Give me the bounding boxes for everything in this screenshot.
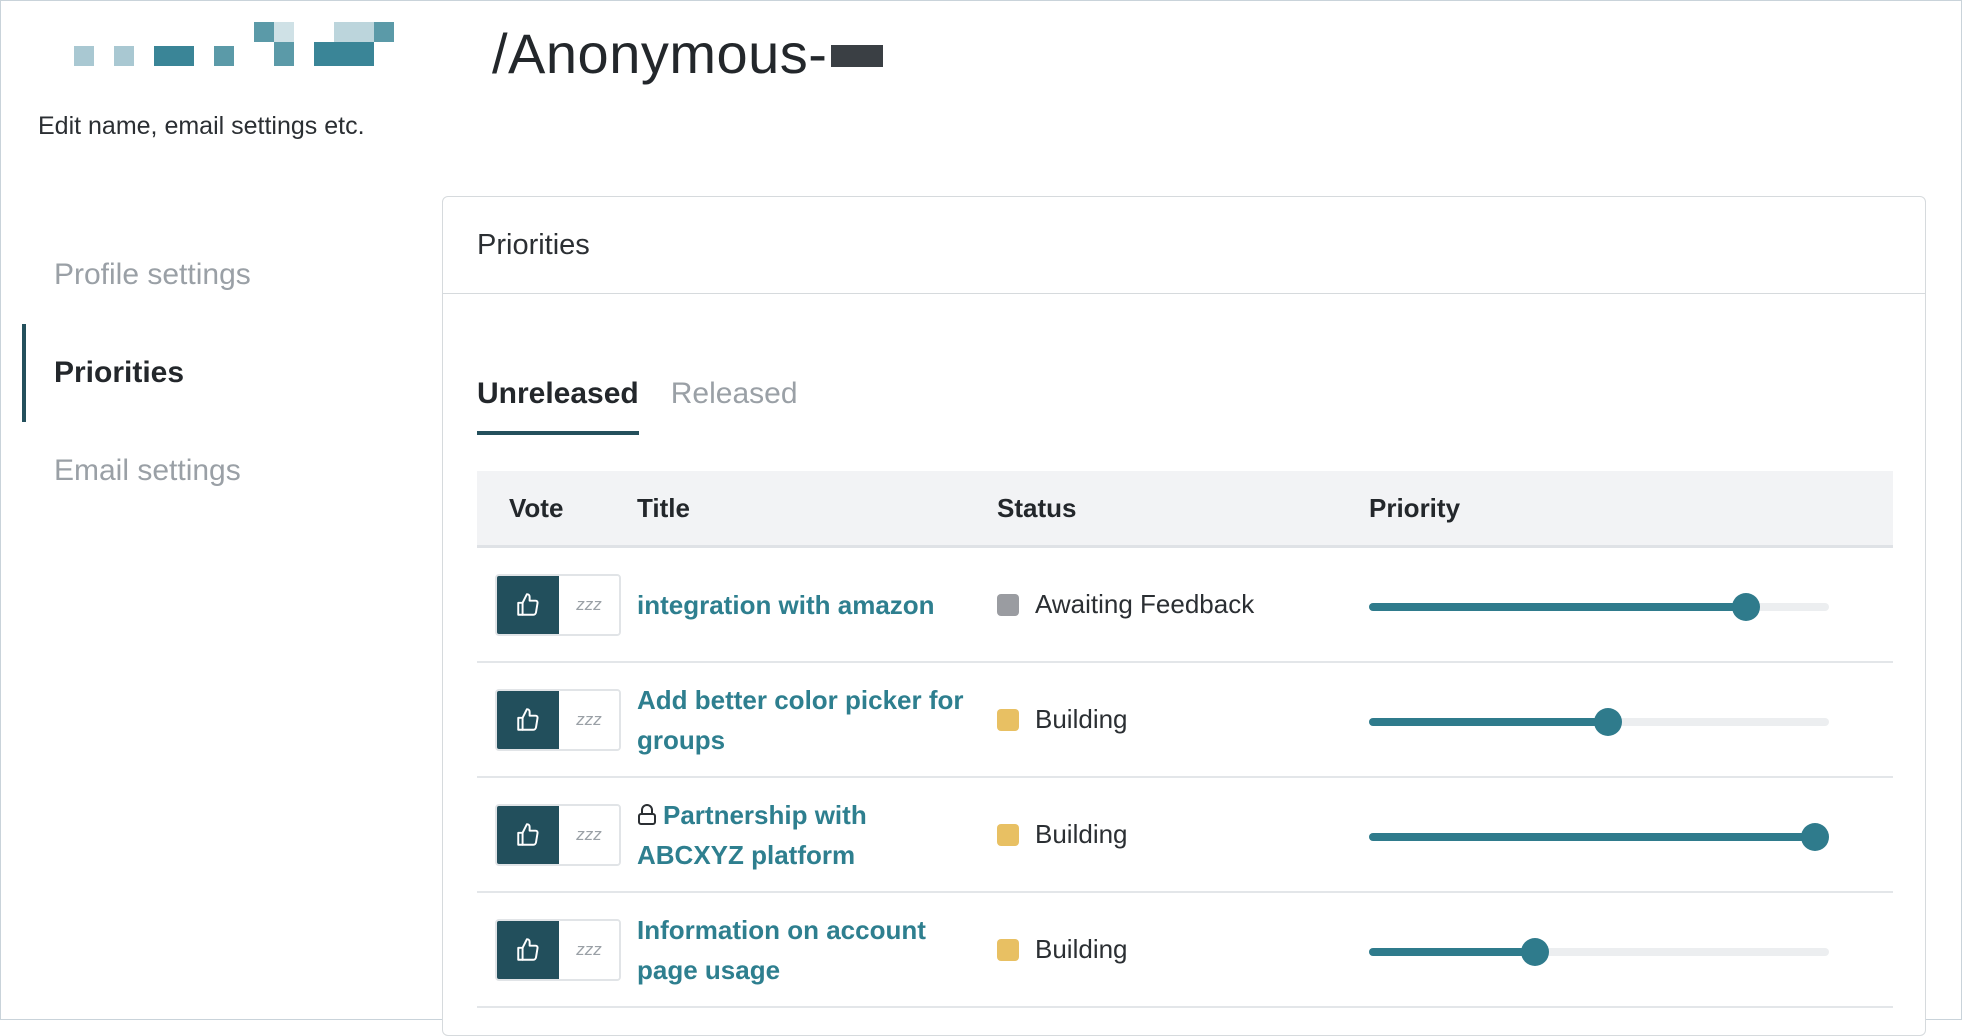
column-header-vote: Vote xyxy=(509,492,564,523)
priority-slider[interactable] xyxy=(1369,937,1829,966)
sidebar-item-label: Profile settings xyxy=(54,258,251,291)
snooze-button[interactable]: zzz xyxy=(559,920,619,979)
priority-slider-fill xyxy=(1369,717,1609,726)
tab-released[interactable]: Released xyxy=(671,377,798,435)
status-label: Building xyxy=(1035,819,1128,849)
snooze-button[interactable]: zzz xyxy=(559,690,619,749)
sidebar-item-label: Priorities xyxy=(54,356,185,389)
thumbs-up-icon xyxy=(517,592,539,616)
vote-cell: zzz xyxy=(477,918,637,981)
sidebar-item-label: Email settings xyxy=(54,454,241,487)
priority-slider-handle[interactable] xyxy=(1594,707,1623,736)
title-cell: integration with amazon xyxy=(637,585,997,625)
item-title-link[interactable]: Add better color picker for groups xyxy=(637,685,964,755)
vote-up-button[interactable] xyxy=(497,690,559,749)
item-title-text: Add better color picker for groups xyxy=(637,684,964,755)
priority-slider-fill xyxy=(1369,947,1535,956)
column-header-title: Title xyxy=(637,492,690,523)
priorities-card: Priorities Unreleased Released Vote Titl… xyxy=(442,196,1926,1036)
status-label: Building xyxy=(1035,934,1128,964)
page-title-text: /Anonymous- xyxy=(492,22,828,85)
vote-up-button[interactable] xyxy=(497,805,559,864)
title-cell: Add better color picker for groups xyxy=(637,680,997,760)
priority-slider-fill xyxy=(1369,832,1816,841)
status-cell: Building xyxy=(997,819,1369,850)
priority-cell xyxy=(1369,663,1893,776)
table-row: zzz Add better color picker for groups B… xyxy=(477,663,1893,778)
status-cell: Building xyxy=(997,704,1369,735)
status-label: Awaiting Feedback xyxy=(1035,589,1255,619)
priority-slider-fill xyxy=(1369,602,1747,611)
item-title-text: Partnership with ABCXYZ platform xyxy=(637,799,867,870)
priority-slider-handle[interactable] xyxy=(1520,937,1549,966)
priority-slider[interactable] xyxy=(1369,592,1829,621)
priority-slider-handle[interactable] xyxy=(1801,822,1830,851)
item-title-text: integration with amazon xyxy=(637,589,935,620)
card-header: Priorities xyxy=(443,197,1925,294)
redacted-text-block xyxy=(831,45,884,68)
sidebar-item-priorities[interactable]: Priorities xyxy=(22,324,402,422)
snooze-icon: zzz xyxy=(576,939,602,959)
priority-slider[interactable] xyxy=(1369,822,1830,851)
thumbs-up-icon xyxy=(517,937,539,961)
status-cell: Awaiting Feedback xyxy=(997,589,1369,620)
vote-button-group: zzz xyxy=(495,573,621,636)
sidebar-item-email-settings[interactable]: Email settings xyxy=(22,422,402,520)
status-label: Building xyxy=(1035,704,1128,734)
priority-cell xyxy=(1369,778,1893,891)
sidebar-item-profile-settings[interactable]: Profile settings xyxy=(22,226,402,324)
vote-cell: zzz xyxy=(477,573,637,636)
vote-up-button[interactable] xyxy=(497,575,559,634)
snooze-icon: zzz xyxy=(576,709,602,729)
snooze-button[interactable]: zzz xyxy=(559,575,619,634)
priority-cell xyxy=(1369,893,1893,1006)
page-subtitle: Edit name, email settings etc. xyxy=(38,112,365,140)
thumbs-up-icon xyxy=(517,707,539,731)
title-cell: Information on account page usage xyxy=(637,910,997,990)
snooze-icon: zzz xyxy=(576,824,602,844)
column-header-status: Status xyxy=(997,492,1077,523)
sidebar: Profile settings Priorities Email settin… xyxy=(22,226,402,520)
tab-unreleased[interactable]: Unreleased xyxy=(477,377,639,435)
vote-button-group: zzz xyxy=(495,803,621,866)
snooze-button[interactable]: zzz xyxy=(559,805,619,864)
item-title-link[interactable]: integration with amazon xyxy=(637,590,935,620)
priorities-table: Vote Title Status Priority zzz integrati… xyxy=(477,471,1893,1008)
status-color-dot xyxy=(997,593,1019,616)
status-cell: Building xyxy=(997,934,1369,965)
vote-cell: zzz xyxy=(477,688,637,751)
lock-icon xyxy=(638,803,656,825)
table-row: zzz integration with amazon Awaiting Fee… xyxy=(477,548,1893,663)
thumbs-up-icon xyxy=(517,822,539,846)
brand-logo xyxy=(74,22,474,82)
page-title: /Anonymous- xyxy=(492,22,884,86)
table-row: zzz Partnership with ABCXYZ platform Bui… xyxy=(477,778,1893,893)
priority-slider[interactable] xyxy=(1369,707,1829,736)
priority-cell xyxy=(1369,548,1893,661)
table-header: Vote Title Status Priority xyxy=(477,471,1893,548)
header xyxy=(74,22,474,82)
tab-bar: Unreleased Released xyxy=(477,377,798,435)
status-color-dot xyxy=(997,938,1019,961)
title-cell: Partnership with ABCXYZ platform xyxy=(637,795,997,875)
status-color-dot xyxy=(997,708,1019,731)
card-title: Priorities xyxy=(477,228,590,261)
priority-slider-handle[interactable] xyxy=(1732,592,1761,621)
vote-button-group: zzz xyxy=(495,918,621,981)
table-row: zzz Information on account page usage Bu… xyxy=(477,893,1893,1008)
vote-cell: zzz xyxy=(477,803,637,866)
item-title-text: Information on account page usage xyxy=(637,914,926,985)
vote-up-button[interactable] xyxy=(497,920,559,979)
item-title-link[interactable]: Partnership with ABCXYZ platform xyxy=(637,800,867,870)
status-color-dot xyxy=(997,823,1019,846)
column-header-priority: Priority xyxy=(1369,492,1461,523)
vote-button-group: zzz xyxy=(495,688,621,751)
snooze-icon: zzz xyxy=(576,594,602,614)
item-title-link[interactable]: Information on account page usage xyxy=(637,915,926,985)
